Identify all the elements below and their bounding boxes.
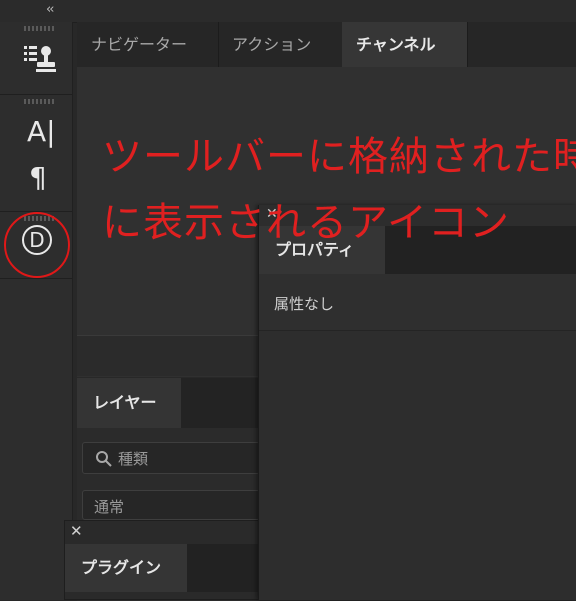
panel-tabbar: ナビゲーター アクション チャンネル	[77, 22, 576, 67]
no-properties-text: 属性なし	[274, 295, 335, 313]
stamp-list-icon[interactable]	[22, 44, 56, 78]
tab-actions[interactable]: アクション	[218, 22, 356, 67]
panel-footer	[77, 335, 260, 376]
top-bar	[0, 0, 576, 23]
collapse-toolbar-icon[interactable]: ‹‹	[46, 2, 55, 17]
highlight-ring	[4, 212, 70, 278]
tab-channels[interactable]: チャンネル	[342, 22, 468, 67]
close-icon[interactable]: ✕	[70, 522, 83, 540]
blend-mode-value: 通常	[94, 498, 125, 516]
search-icon	[95, 450, 113, 472]
tab-layers[interactable]: レイヤー	[77, 378, 181, 428]
tab-plugins[interactable]: プラグイン	[65, 544, 187, 592]
toolbar-group-stamp	[0, 22, 72, 95]
grip-handle[interactable]	[24, 26, 54, 31]
grip-handle[interactable]	[24, 99, 54, 104]
paragraph-icon[interactable]: ¶	[29, 161, 47, 194]
annotation-line-1: ツールバーに格納された時	[102, 134, 576, 180]
toolbar: A| ¶ D	[0, 22, 73, 600]
annotation-line-2: に表示されるアイコン	[102, 200, 510, 246]
tab-navigator[interactable]: ナビゲーター	[77, 22, 219, 67]
toolbar-group-text: A| ¶	[0, 95, 72, 212]
character-icon[interactable]: A|	[27, 115, 56, 148]
layer-filter-placeholder: 種類	[118, 450, 149, 468]
